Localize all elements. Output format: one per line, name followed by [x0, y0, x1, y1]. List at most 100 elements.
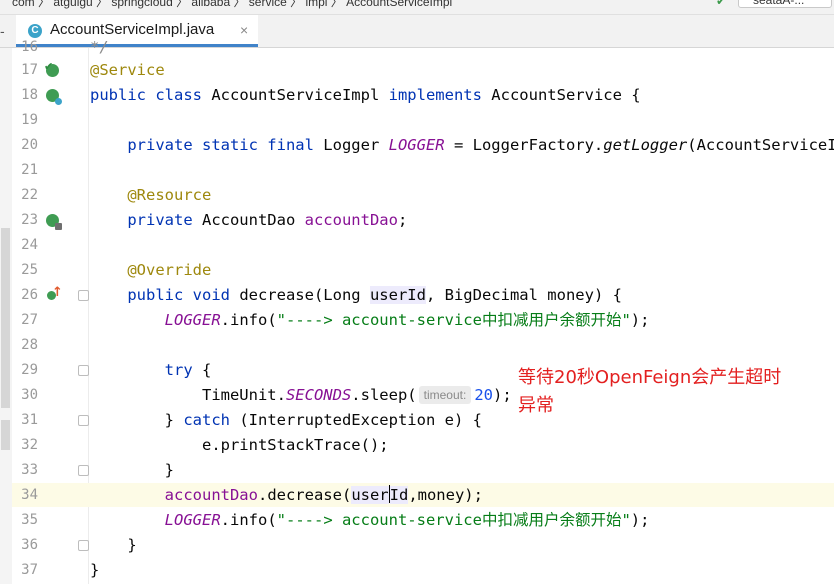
code-text[interactable]: @Override	[90, 258, 211, 283]
code-text[interactable]: TimeUnit.SECONDS.sleep(timeout: 20);	[90, 383, 512, 408]
code-token: }	[90, 536, 137, 554]
code-line-27[interactable]: 27 LOGGER.info("----> account-service中扣减…	[0, 308, 834, 333]
code-text[interactable]: LOGGER.info("----> account-service中扣减用户余…	[90, 308, 650, 333]
code-text[interactable]: public void decrease(Long userId, BigDec…	[90, 283, 622, 308]
code-token: accountDao	[304, 211, 398, 229]
code-token: .info(	[220, 311, 277, 329]
breadcrumb[interactable]: com 〉 atguigu 〉 springcloud 〉 alibaba 〉 …	[12, 0, 452, 10]
code-text[interactable]: private static final Logger LOGGER = Log…	[90, 133, 834, 158]
code-token: @Service	[90, 61, 165, 79]
code-text[interactable]: }	[90, 558, 99, 583]
code-token: implements	[388, 86, 492, 104]
code-line-23[interactable]: 23 private AccountDao accountDao;	[0, 208, 834, 233]
code-text[interactable]: public class AccountServiceImpl implemen…	[90, 83, 641, 108]
code-line-20[interactable]: 20 private static final Logger LOGGER = …	[0, 133, 834, 158]
code-line-33[interactable]: 33 }	[0, 458, 834, 483]
fold-toggle-icon[interactable]	[78, 415, 89, 426]
spring-bean-icon[interactable]: ✔	[44, 60, 59, 77]
code-line-16: 16 */	[0, 35, 834, 60]
line-number: 25	[21, 262, 38, 278]
annotation-line-2: 异常	[518, 395, 554, 416]
autowired-bean-icon[interactable]	[46, 214, 62, 230]
line-number: 31	[21, 412, 38, 428]
code-token: SECONDS	[285, 386, 352, 404]
annotation-line-1: 等待20秒OpenFeign会产生超时	[518, 367, 782, 388]
fold-toggle-icon[interactable]	[78, 540, 89, 551]
code-token: LOGGER	[90, 311, 221, 329]
code-line-32[interactable]: 32 e.printStackTrace();	[0, 433, 834, 458]
code-text[interactable]: try {	[90, 358, 212, 383]
code-token: ;	[397, 211, 408, 229]
code-token: private static final	[90, 136, 324, 154]
code-token: try	[90, 361, 202, 379]
code-token: public class	[90, 86, 212, 104]
red-annotation: 等待20秒OpenFeign会产生超时 异常	[518, 364, 818, 420]
code-token: accountDao	[90, 486, 258, 504]
code-line-35[interactable]: 35 LOGGER.info("----> account-service中扣减…	[0, 508, 834, 533]
code-token: }	[90, 561, 100, 579]
fold-toggle-icon[interactable]	[78, 465, 89, 476]
code-line-26[interactable]: 26 public void decrease(Long userId, Big…	[0, 283, 834, 308]
line-number: 37	[21, 562, 38, 578]
code-text[interactable]: @Resource	[90, 183, 211, 208]
code-text[interactable]: }	[90, 458, 174, 483]
line-number: 16	[21, 39, 38, 55]
code-text[interactable]: e.printStackTrace();	[90, 433, 389, 458]
code-line-25[interactable]: 25 @Override	[0, 258, 834, 283]
code-text[interactable]: LOGGER.info("----> account-service中扣减用户余…	[90, 508, 650, 533]
fold-toggle-icon[interactable]	[78, 365, 89, 376]
code-line-36[interactable]: 36 }	[0, 533, 834, 558]
code-text[interactable]: private AccountDao accountDao;	[90, 208, 407, 233]
code-token: user	[351, 486, 389, 504]
code-token: LOGGER	[90, 511, 221, 529]
override-up-arrow-icon[interactable]: ↑	[52, 285, 63, 300]
code-token: , BigDecimal money) {	[425, 286, 622, 304]
code-token: AccountDao	[201, 211, 305, 229]
code-token: LOGGER	[388, 136, 445, 154]
vcs-check-icon: ✔	[716, 0, 727, 8]
code-line-19[interactable]: 19	[0, 108, 834, 133]
line-number: 23	[21, 212, 38, 228]
code-token: public void	[90, 286, 240, 304]
code-token: {	[201, 361, 212, 379]
code-token: Id	[389, 486, 409, 504]
code-line-22[interactable]: 22 @Resource	[0, 183, 834, 208]
line-number: 20	[21, 137, 38, 153]
line-number: 28	[21, 337, 38, 353]
code-token: .decrease(	[257, 486, 352, 504]
line-number: 24	[21, 237, 38, 253]
code-line-17[interactable]: 17 @Service	[0, 58, 834, 83]
code-token: (AccountServiceImpl.	[687, 136, 834, 154]
code-token: .sleep(	[351, 386, 417, 404]
code-text[interactable]: */	[90, 35, 109, 60]
code-token: @Resource	[90, 186, 212, 204]
code-token: }	[90, 411, 184, 429]
code-text[interactable]: }	[90, 533, 137, 558]
code-line-37[interactable]: 37}	[0, 558, 834, 583]
code-text[interactable]: } catch (InterruptedException e) {	[90, 408, 482, 433]
code-token: .info(	[220, 511, 277, 529]
code-line-34[interactable]: 34 accountDao.decrease(userId,money);	[0, 483, 834, 508]
code-line-24[interactable]: 24	[0, 233, 834, 258]
run-config-selector[interactable]: seataA-...	[738, 0, 832, 8]
fold-toggle-icon[interactable]	[78, 290, 89, 301]
line-number: 18	[21, 87, 38, 103]
code-token: getLogger	[603, 136, 688, 154]
code-token: );	[630, 311, 650, 329]
code-token: e.printStackTrace();	[90, 436, 389, 454]
code-text[interactable]: accountDao.decrease(userId,money);	[90, 483, 483, 508]
code-token: ,money);	[408, 486, 483, 504]
spring-bean-impl-icon[interactable]	[46, 89, 62, 105]
code-token: );	[630, 511, 650, 529]
code-line-21[interactable]: 21	[0, 158, 834, 183]
line-number: 30	[21, 387, 38, 403]
code-token: AccountServiceImpl	[211, 86, 389, 104]
code-token: private	[90, 211, 202, 229]
code-token: "----> account-service中扣减用户余额开始"	[276, 311, 631, 329]
code-token: (InterruptedException e) {	[239, 411, 482, 429]
navigate-icon	[55, 223, 62, 230]
code-line-18[interactable]: 18 public class AccountServiceImpl implem…	[0, 83, 834, 108]
code-line-28[interactable]: 28	[0, 333, 834, 358]
code-text[interactable]: @Service	[90, 58, 165, 83]
code-token: catch	[183, 411, 240, 429]
